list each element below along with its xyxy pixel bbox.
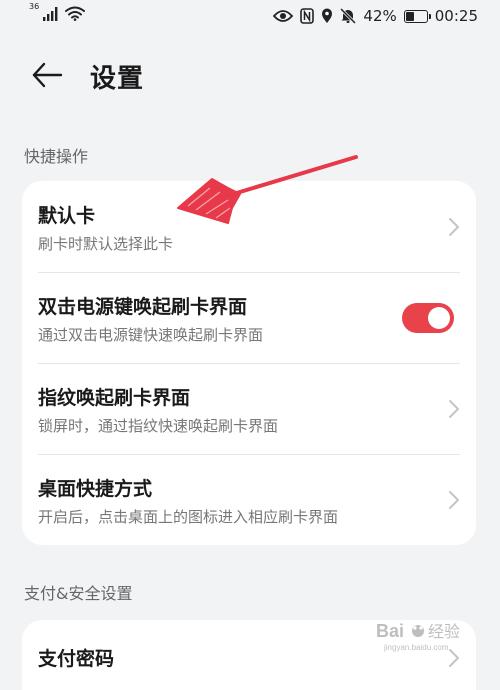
status-bar-right: 42% 00:25 <box>273 7 478 25</box>
section-title-quick-actions: 快捷操作 <box>24 147 89 166</box>
watermark-logo: Bai 经验 jingyan.baidu.com <box>374 617 486 653</box>
row-title: 桌面快捷方式 <box>38 478 153 500</box>
chevron-right-icon <box>449 400 459 418</box>
row-title: 默认卡 <box>38 205 96 227</box>
settings-row-desktop-shortcut[interactable]: 桌面快捷方式 开启后，点击桌面上的图标进入相应刷卡界面 <box>22 454 476 545</box>
row-subtitle: 锁屏时，通过指纹快速唤起刷卡界面 <box>38 417 279 435</box>
double-click-power-toggle[interactable] <box>402 303 454 333</box>
section-title-payment-security: 支付&安全设置 <box>24 584 133 603</box>
svg-text:jingyan.baidu.com: jingyan.baidu.com <box>383 643 449 652</box>
settings-row-double-click-power: 双击电源键唤起刷卡界面 通过双击电源键快速唤起刷卡界面 <box>22 272 476 363</box>
page-title: 设置 <box>90 64 145 94</box>
row-subtitle: 刷卡时默认选择此卡 <box>38 235 174 253</box>
page-header: 设置 <box>0 52 500 100</box>
signal-icon <box>43 7 58 21</box>
row-subtitle: 通过双击电源键快速唤起刷卡界面 <box>38 326 264 344</box>
eye-icon <box>273 10 294 22</box>
arrow-left-icon <box>32 62 63 88</box>
battery-percent: 42% <box>363 7 397 25</box>
settings-row-default-card[interactable]: 默认卡 刷卡时默认选择此卡 <box>22 181 476 272</box>
battery-icon <box>403 9 431 23</box>
wifi-icon <box>65 6 86 21</box>
status-time: 00:25 <box>434 7 478 25</box>
back-button[interactable] <box>30 58 70 94</box>
network-type-label: 36 <box>29 2 40 11</box>
chevron-right-icon <box>449 491 459 509</box>
row-title: 指纹唤起刷卡界面 <box>38 387 191 409</box>
status-bar: 36 42% 00:25 <box>0 0 500 36</box>
row-title: 双击电源键唤起刷卡界面 <box>38 296 248 318</box>
location-icon <box>322 8 333 23</box>
battery-fill <box>405 11 414 21</box>
nfc-icon <box>300 8 315 24</box>
toggle-knob <box>428 307 450 329</box>
settings-row-fingerprint[interactable]: 指纹唤起刷卡界面 锁屏时，通过指纹快速唤起刷卡界面 <box>22 363 476 454</box>
quick-actions-card: 默认卡 刷卡时默认选择此卡 双击电源键唤起刷卡界面 通过双击电源键快速唤起刷卡界… <box>22 181 476 545</box>
row-subtitle: 开启后，点击桌面上的图标进入相应刷卡界面 <box>38 508 339 526</box>
mute-icon <box>340 8 357 24</box>
svg-text:经验: 经验 <box>428 622 460 641</box>
chevron-right-icon <box>449 218 459 236</box>
svg-text:Bai: Bai <box>376 621 404 641</box>
status-bar-left: 36 <box>27 2 86 21</box>
